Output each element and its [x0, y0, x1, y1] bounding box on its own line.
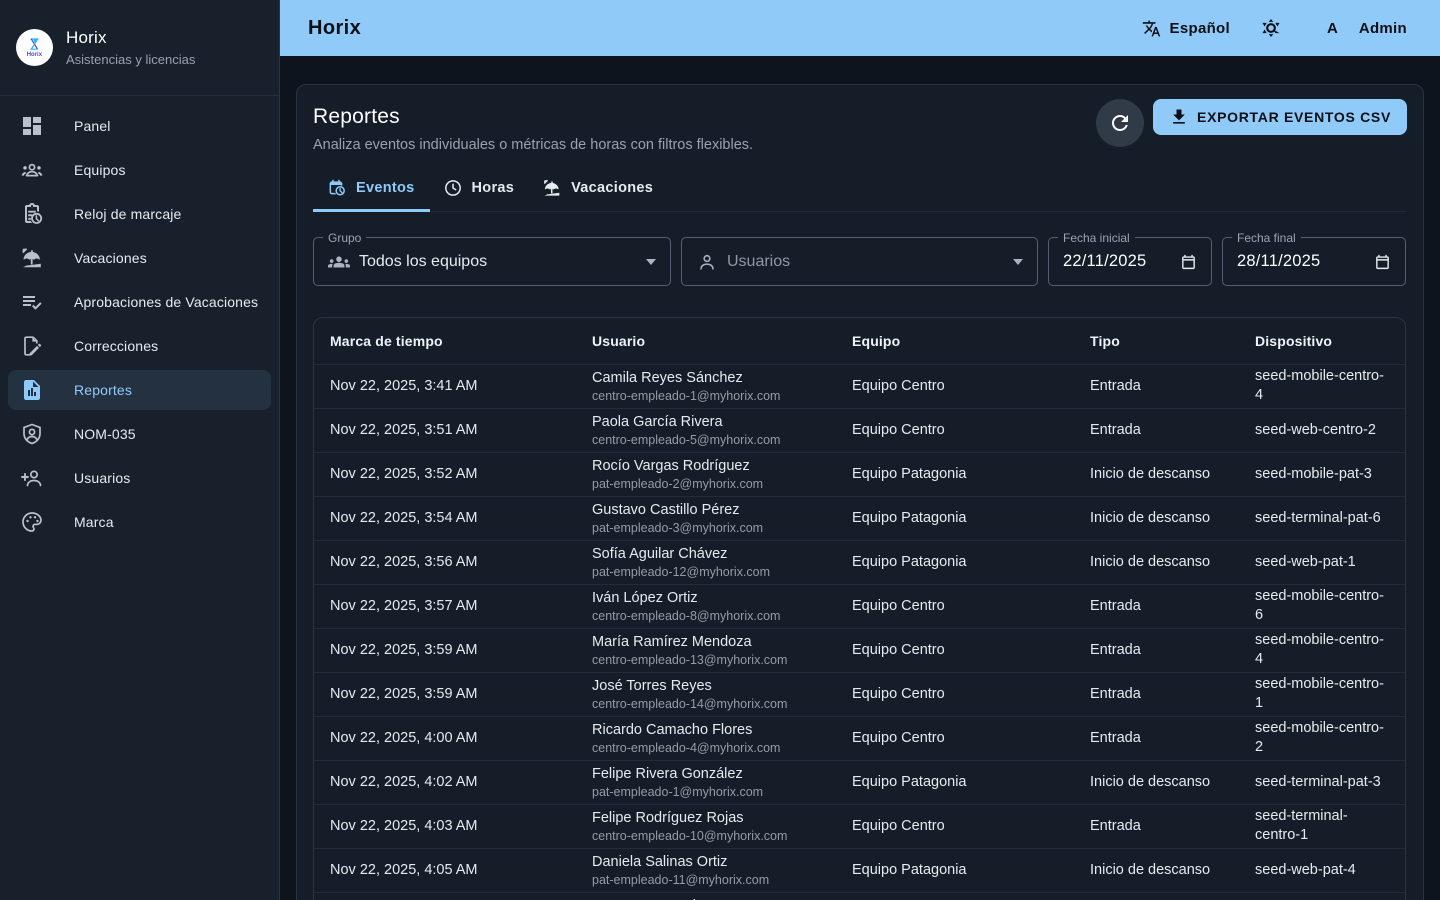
svg-text:Horix: Horix — [27, 52, 43, 58]
